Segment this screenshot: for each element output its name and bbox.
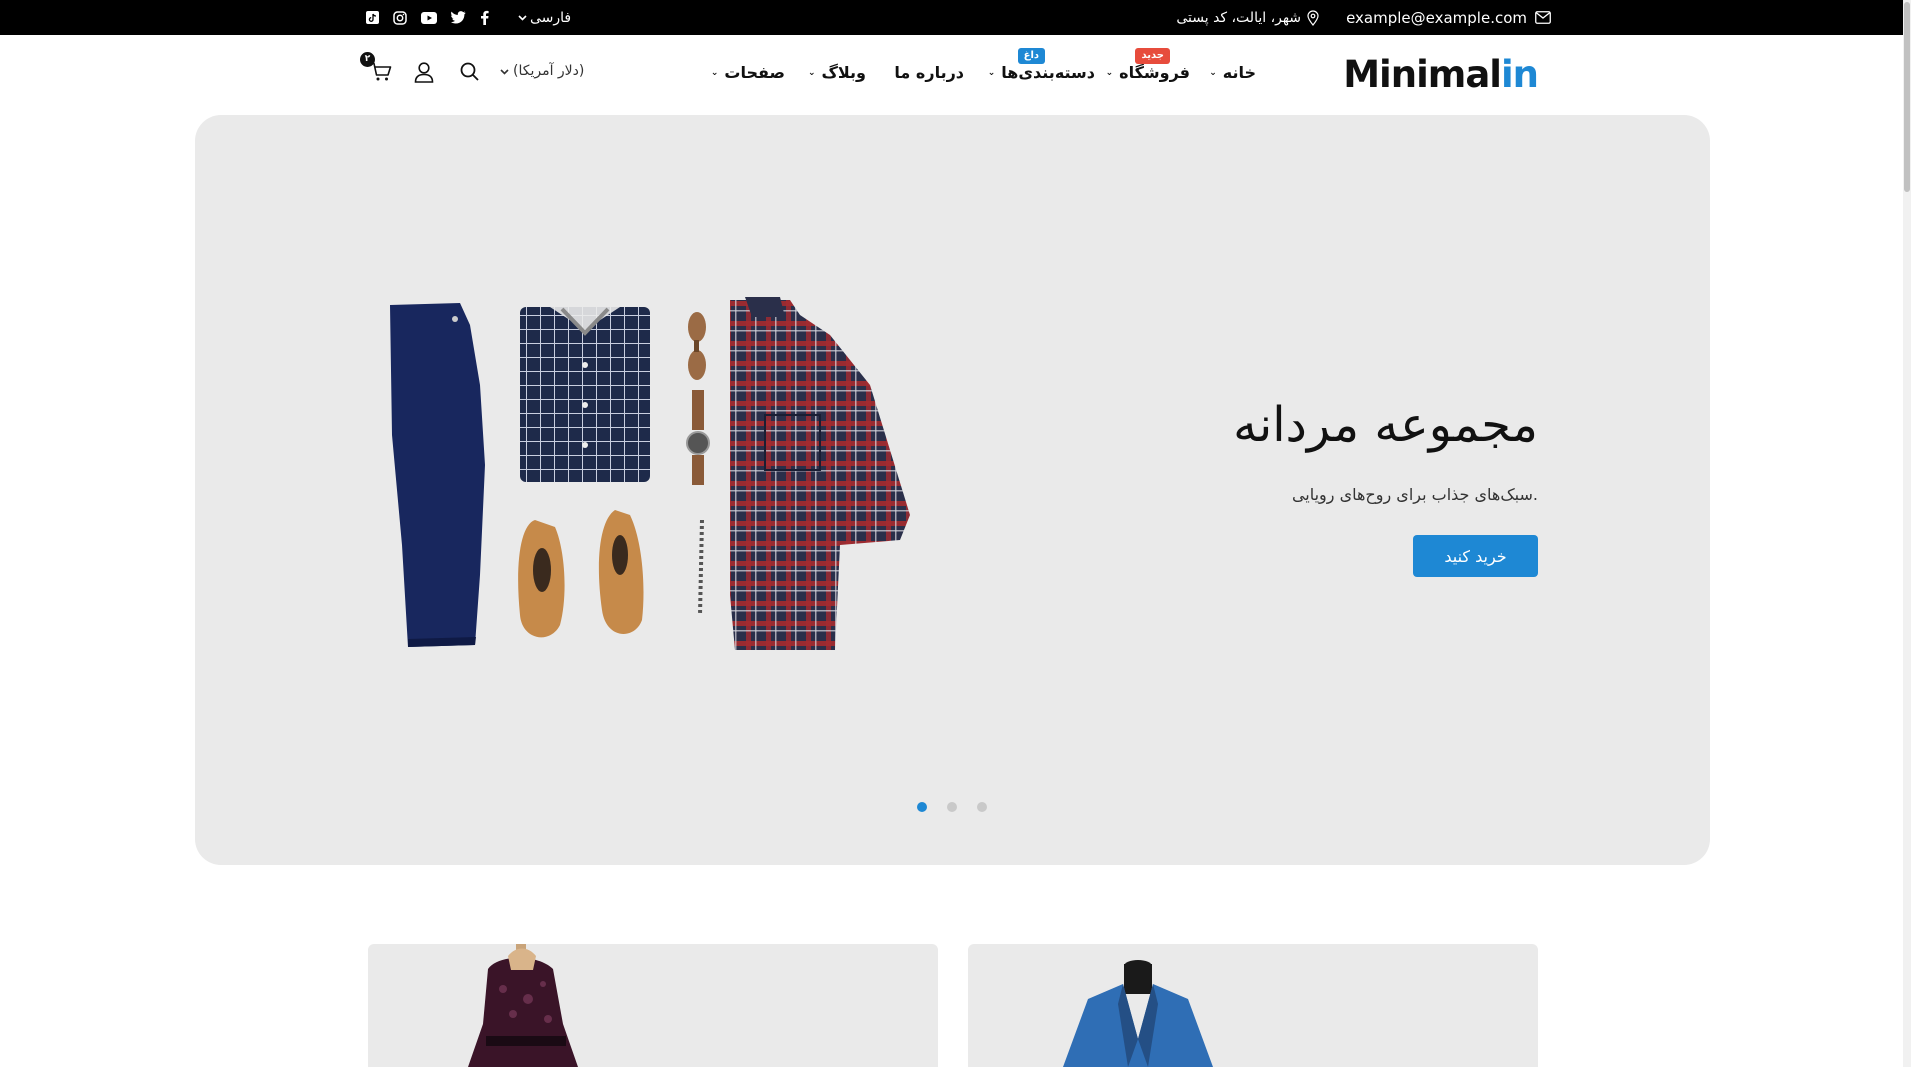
location-icon — [1307, 9, 1319, 26]
top-bar: example@example.com شهر، ایالت، کد پستی … — [0, 0, 1903, 35]
new-badge: جدید — [1135, 48, 1170, 64]
topbar-email-text[interactable]: example@example.com — [1346, 9, 1527, 27]
topbar-address-text: شهر، ایالت، کد پستی — [1176, 9, 1301, 26]
dress-image — [468, 944, 578, 1067]
chevron-down-icon: ⌄ — [1105, 67, 1114, 78]
mail-icon — [1535, 11, 1551, 24]
hero-title: مجموعه مردانه — [1233, 397, 1538, 453]
slider-dot-2[interactable] — [947, 802, 957, 812]
hero-subtitle: .سبک‌های جذاب برای روح‌های رویایی — [1291, 485, 1538, 504]
chevron-down-icon: ⌄ — [987, 67, 996, 78]
chevron-down-icon: ⌄ — [1209, 67, 1217, 78]
chevron-down-icon: ⌄ — [710, 67, 719, 78]
page-scrollbar[interactable] — [1903, 0, 1911, 1067]
user-account-icon[interactable] — [414, 62, 434, 87]
hero-slider: مجموعه مردانه .سبک‌های جذاب برای روح‌های… — [195, 115, 1710, 865]
nav-categories-label[interactable]: دسته‌بندی‌ها — [1001, 63, 1095, 82]
nav-home[interactable]: خانه ⌄ — [1209, 63, 1256, 82]
tiktok-icon[interactable] — [366, 11, 379, 24]
instagram-icon[interactable] — [393, 10, 407, 25]
logo-text-accent: in — [1500, 53, 1539, 96]
site-logo[interactable]: Minimalin — [1343, 53, 1539, 97]
twitter-icon[interactable] — [451, 11, 466, 24]
nav-home-label[interactable]: خانه — [1223, 63, 1256, 82]
category-card-women[interactable] — [368, 944, 938, 1067]
nav-about[interactable]: درباره ما — [894, 63, 964, 82]
scrollbar-thumb[interactable] — [1904, 2, 1910, 192]
nav-shop-label[interactable]: فروشگاه — [1119, 63, 1190, 82]
nav-about-label[interactable]: درباره ما — [894, 63, 964, 82]
currency-selector[interactable]: (دلار آمریکا) — [500, 63, 584, 79]
language-selector[interactable]: فارسی — [518, 0, 571, 35]
category-card-men[interactable] — [968, 944, 1538, 1067]
logo-text-main: Minimal — [1343, 53, 1502, 96]
chevron-down-icon — [500, 63, 509, 79]
nav-shop[interactable]: جدید فروشگاه ⌄ — [1105, 48, 1190, 82]
youtube-icon[interactable] — [421, 11, 437, 24]
slider-dot-3[interactable] — [977, 802, 987, 812]
language-label[interactable]: فارسی — [530, 10, 571, 26]
nav-blog-label[interactable]: وبلاگ — [822, 63, 866, 82]
topbar-address: شهر، ایالت، کد پستی — [1176, 0, 1319, 35]
nav-blog[interactable]: وبلاگ ⌄ — [808, 63, 866, 82]
nav-pages[interactable]: صفحات ⌄ — [711, 63, 785, 82]
menswear-flatlay-image — [390, 297, 910, 650]
slider-dot-1[interactable] — [917, 802, 927, 812]
cart-icon[interactable] — [370, 62, 392, 86]
hot-badge: داغ — [1017, 48, 1045, 64]
search-icon[interactable] — [460, 62, 479, 85]
nav-categories[interactable]: داغ دسته‌بندی‌ها ⌄ — [987, 48, 1095, 82]
facebook-icon[interactable] — [480, 10, 489, 25]
topbar-email[interactable]: example@example.com — [1346, 0, 1551, 35]
chevron-down-icon — [518, 14, 527, 21]
currency-label[interactable]: (دلار آمریکا) — [513, 63, 584, 79]
blazer-image — [1063, 960, 1213, 1067]
main-header: Minimalin خانه ⌄ جدید فروشگاه ⌄ داغ دسته‌ب… — [0, 35, 1903, 115]
cart-count-badge: ۲ — [360, 52, 375, 67]
nav-pages-label[interactable]: صفحات — [724, 63, 785, 82]
chevron-down-icon: ⌄ — [807, 67, 816, 78]
social-links — [366, 0, 489, 35]
shop-now-button[interactable]: خرید کنید — [1413, 535, 1538, 577]
slider-pagination — [917, 802, 987, 812]
